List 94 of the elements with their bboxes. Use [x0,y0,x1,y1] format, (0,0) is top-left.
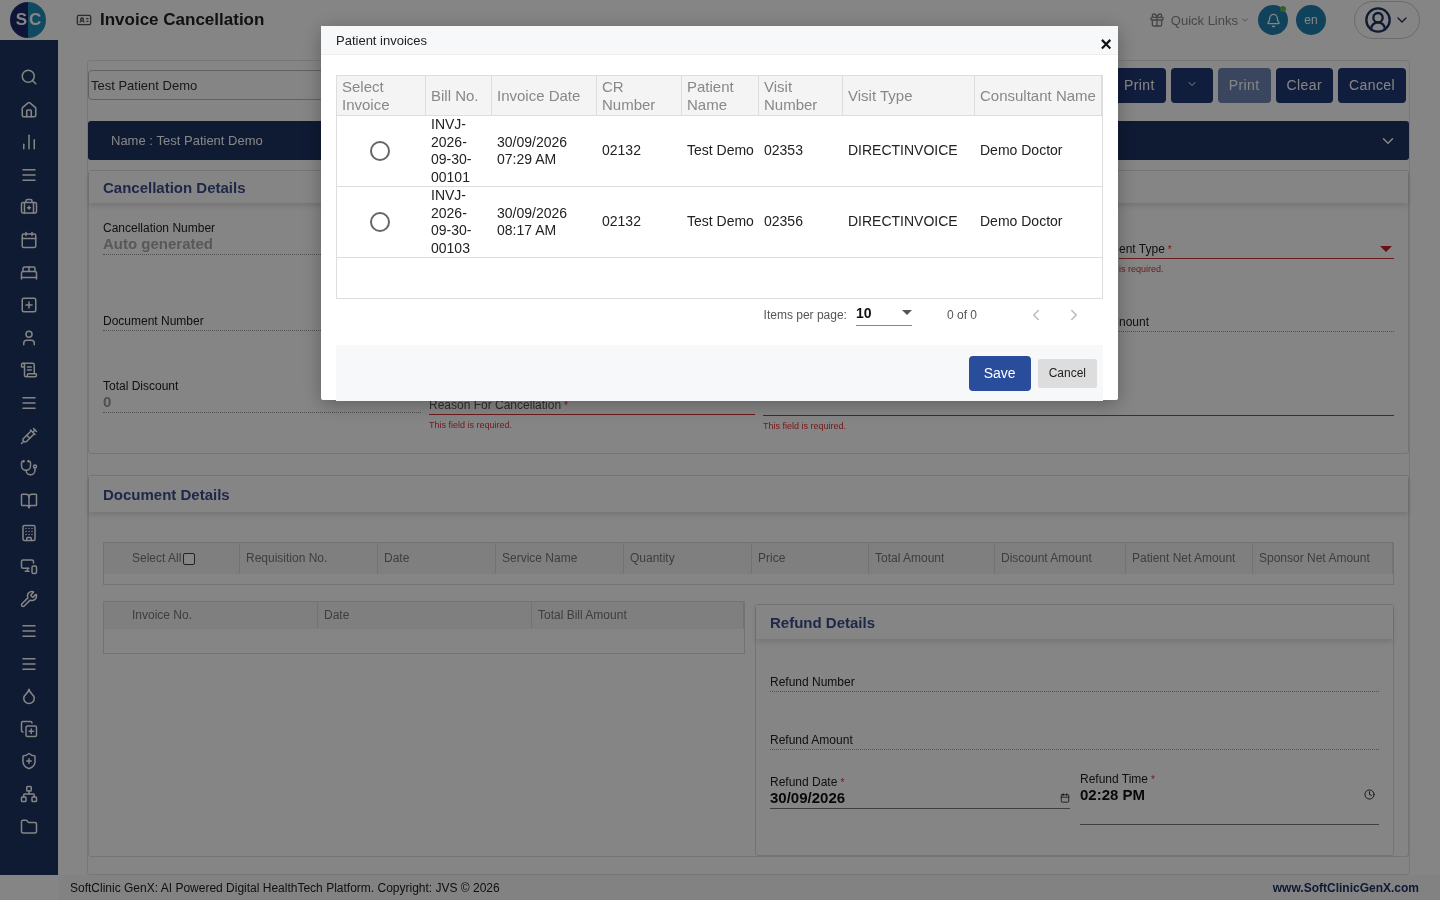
column-header: Bill No. [426,76,492,115]
patient-name-label: Name : [111,133,154,148]
syringe-icon[interactable] [20,426,38,445]
section-title: Document Details [89,476,1408,512]
column-header: Service Name [496,543,624,574]
form-field[interactable]: nount [1119,274,1394,332]
column-header: Discount Amount [995,543,1126,574]
building-icon[interactable] [20,524,38,543]
form-field[interactable]: Refund Number [770,639,1379,692]
form-field[interactable]: Refund Amount [770,692,1379,750]
column-header: Date [378,543,496,574]
patient-name: Test Patient Demo [156,133,263,148]
medical-bag-icon[interactable] [20,198,38,217]
copy-plus-icon[interactable] [20,719,38,738]
toolbar-button[interactable]: Cancel [1338,67,1406,103]
caret-icon [1380,246,1392,252]
table-cell-text: 30/09/2026 07:29 AM [496,132,569,169]
notification-button[interactable] [1258,5,1288,35]
dropdown-field[interactable]: ent Type * [1119,203,1394,259]
table-cell-text: Test Demo [686,141,755,161]
home-icon[interactable] [20,100,38,119]
column-header: Visit Number [759,76,843,115]
document-icon[interactable] [20,361,38,380]
stethoscope-icon[interactable] [20,459,38,478]
table-cell-text: 02132 [601,141,642,161]
quick-links-menu[interactable]: Quick Links [1170,12,1238,28]
save-button[interactable]: Save [968,355,1031,391]
error-text: This field is required. [763,421,848,431]
column-header: Price [752,543,869,574]
radio-button[interactable] [370,141,390,161]
table-cell-text: DIRECTINVOICE [847,212,959,232]
clock-icon[interactable] [1364,789,1375,800]
cancel-button[interactable]: Cancel [1037,358,1097,388]
date-field[interactable]: Refund Date * 30/09/2026 [770,772,1070,809]
column-header: Sponsor Net Amount [1253,543,1393,574]
table-cell-text: Test Demo [686,212,755,232]
page-title: Invoice Cancellation [100,10,265,30]
search-icon[interactable] [20,68,38,86]
plus-square-icon[interactable] [20,296,38,315]
table-cell-text: 02353 [763,141,804,161]
column-header: Patient Net Amount [1126,543,1253,574]
column-header: Invoice No. [104,602,318,629]
table-cell-text: 02356 [763,212,804,232]
column-header: Visit Type [843,76,975,115]
logo: SC [10,2,46,38]
page-range: 0 of 0 [946,308,977,322]
footer-text: SoftClinic GenX: AI Powered Digital HealthTech Platform. Copyright: JVS © 2026 [70,880,500,895]
id-card-icon [76,12,92,28]
dialog-title: Patient invoices [336,32,428,48]
language-button[interactable]: en [1296,5,1326,35]
table-cell-text: DIRECTINVOICE [847,141,959,161]
toolbar-button[interactable]: Clear [1275,67,1333,103]
network-icon[interactable] [20,785,38,804]
bed-icon[interactable] [20,263,38,282]
table-cell-text: Demo Doctor [979,212,1064,232]
column-header: Total Bill Amount [532,602,744,629]
column-header: Select Invoice [337,76,426,115]
error-text: is required. [1119,264,1165,274]
user-avatar-icon [1364,6,1392,34]
column-header: Invoice Date [492,76,597,115]
website-link[interactable]: www.SoftClinicGenX.com [1272,880,1419,895]
user-icon[interactable] [20,328,38,347]
time-field[interactable]: Refund Time * 02:28 PM [1080,772,1379,825]
gift-icon [1148,12,1165,28]
column-header: Total Amount [869,543,995,574]
wrench-icon[interactable] [20,589,38,608]
bar-chart-icon[interactable] [20,133,38,152]
bell-icon [1265,12,1281,28]
page-size-select[interactable]: 10 [855,304,912,326]
select-all-label: Select All [132,551,182,566]
section-title: Refund Details [756,605,1393,639]
table-cell-text: 02132 [601,212,642,232]
select-all-checkbox[interactable] [183,552,196,565]
column-header: Patient Name [682,76,759,115]
error-text: This field is required. [429,420,514,430]
column-header: Requisition No. [240,543,378,574]
column-header: Consultant Name [975,76,1102,115]
column-header: Quantity [624,543,752,574]
shield-icon[interactable] [20,752,38,771]
column-header: Date [318,602,532,629]
table-cell-text: Demo Doctor [979,141,1064,161]
folder-icon[interactable] [20,817,38,836]
book-icon[interactable] [20,491,38,510]
close-button[interactable]: × [1100,34,1112,54]
column-header: CR Number [597,76,682,115]
table-cell-text: 30/09/2026 08:17 AM [496,203,569,240]
radio-button[interactable] [370,212,390,232]
drop-icon[interactable] [20,687,38,706]
profile-button[interactable] [1354,1,1420,39]
calendar-icon[interactable] [20,230,38,249]
page-size-label: Items per page: [763,308,847,322]
dropdown-button[interactable] [1170,67,1213,103]
devices-icon[interactable] [20,556,38,575]
calendar-icon[interactable] [1060,792,1070,803]
